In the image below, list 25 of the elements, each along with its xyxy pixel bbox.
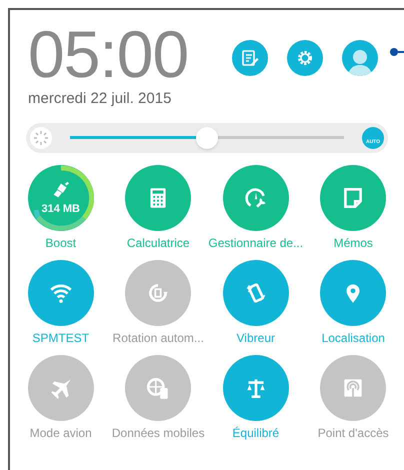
tile-label: Données mobiles	[112, 426, 205, 440]
tile-label: Mode avion	[30, 426, 92, 440]
clock-time: 05:00	[28, 24, 188, 84]
tile-label: SPMTEST	[32, 330, 90, 346]
brightness-slider[interactable]	[70, 126, 344, 148]
brightness-icon	[30, 126, 52, 148]
tile-label: Vibreur	[236, 330, 275, 346]
tile-label: Calculatrice	[126, 236, 190, 250]
tile-label: Gestionnaire de...	[208, 236, 304, 250]
tile-label: Point d'accès	[318, 426, 389, 440]
profile-button[interactable]	[342, 40, 378, 76]
tile-label: Rotation autom...	[112, 330, 204, 346]
memory-reading: 314 MB	[41, 204, 80, 215]
leader-line	[390, 48, 404, 56]
tile-button[interactable]: 314 MB	[28, 164, 94, 230]
date-text: mercredi 22 juil. 2015	[28, 89, 172, 109]
settings-button[interactable]	[287, 40, 323, 76]
settings-icon	[296, 49, 314, 67]
tile-label: Boost	[45, 236, 76, 250]
slider-thumb[interactable]	[196, 126, 218, 148]
edit-icon	[241, 49, 259, 67]
edit-button[interactable]	[232, 40, 268, 76]
tile-label: Mémos	[334, 236, 373, 250]
tile-label: Équilibré	[232, 426, 280, 440]
tile-label: Localisation	[322, 330, 385, 346]
